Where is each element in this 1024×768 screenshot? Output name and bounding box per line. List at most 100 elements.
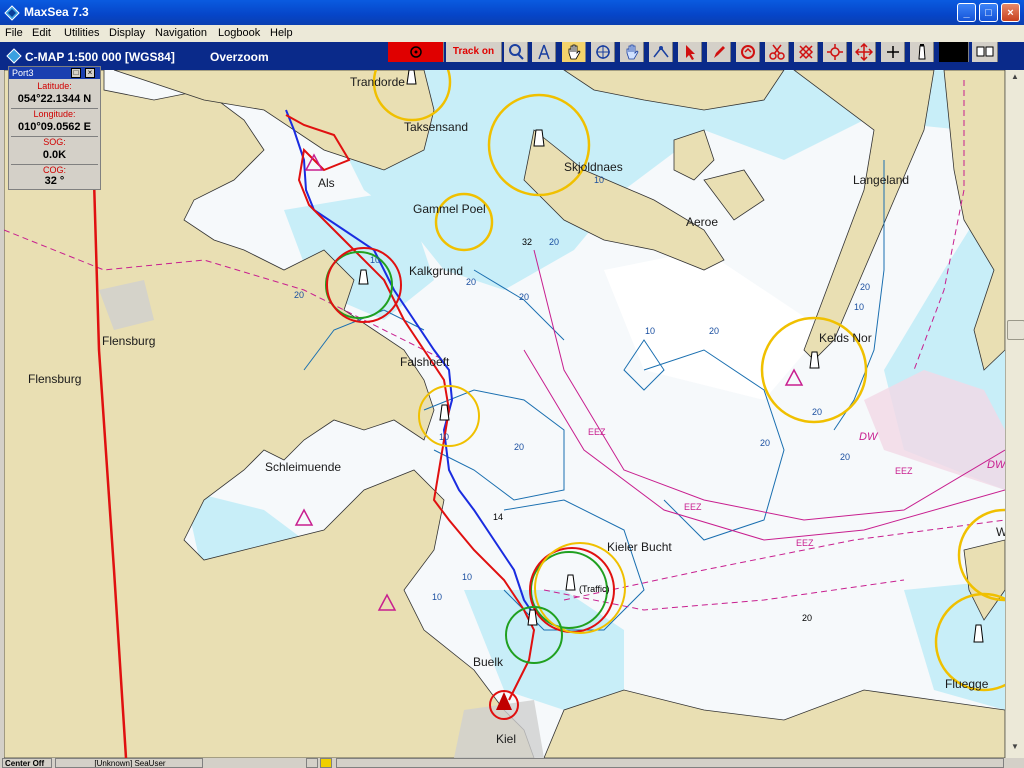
target-icon xyxy=(827,44,843,60)
pencil-button[interactable] xyxy=(707,42,731,62)
track-on-button[interactable]: Track on xyxy=(446,42,502,62)
hand-pan-button[interactable] xyxy=(562,42,586,62)
eez-label: EEZ xyxy=(895,466,913,476)
status-icon-2[interactable] xyxy=(320,758,332,768)
zoom-button[interactable] xyxy=(504,42,528,62)
sounding-20: 20 xyxy=(802,613,812,623)
route-button[interactable] xyxy=(736,42,760,62)
place-langeland: Langeland xyxy=(853,173,909,187)
menu-logbook[interactable]: Logbook xyxy=(218,27,260,39)
place-buelk: Buelk xyxy=(473,655,504,669)
overzoom-label: Overzoom xyxy=(210,50,269,64)
scissors-button[interactable] xyxy=(765,42,789,62)
place-trandorde: Trandorde xyxy=(350,75,405,89)
menu-file[interactable]: File xyxy=(5,27,23,39)
maximize-button[interactable]: □ xyxy=(979,3,998,22)
place-flensburg-town: Flensburg xyxy=(102,334,155,348)
layout-button[interactable] xyxy=(972,42,998,62)
status-icon-1[interactable] xyxy=(306,758,318,768)
scissors-icon xyxy=(769,44,785,60)
contour-label: 20 xyxy=(840,452,850,462)
pointer-button[interactable] xyxy=(678,42,702,62)
cog-label: COG: xyxy=(42,165,66,175)
cog-value: 32 ° xyxy=(44,175,65,187)
lighthouse-button[interactable] xyxy=(910,42,934,62)
move-button[interactable] xyxy=(852,42,876,62)
measure-icon xyxy=(653,46,669,58)
chart-scale-label: C-MAP 1:500 000 [WGS84] xyxy=(25,50,175,64)
eez-label: EEZ xyxy=(796,538,814,548)
panel-restore-button[interactable]: □ xyxy=(71,68,81,78)
contour-label: 10 xyxy=(594,175,604,185)
grab-button[interactable] xyxy=(620,42,644,62)
contour-label: 10 xyxy=(439,432,449,442)
place-falshoeft: Falshoeft xyxy=(400,355,450,369)
place-kalkgrund: Kalkgrund xyxy=(409,264,463,278)
contour-label: 20 xyxy=(812,407,822,417)
measure-button[interactable] xyxy=(649,42,673,62)
main-toolbar: Track on xyxy=(388,42,1024,62)
land-small-island-2 xyxy=(703,169,765,221)
contour-label: 20 xyxy=(760,438,770,448)
center-off-button[interactable]: Center Off xyxy=(2,758,52,768)
horizontal-scrollbar[interactable] xyxy=(336,758,1004,768)
place-skjoldnaes: Skjoldnaes xyxy=(564,160,623,174)
sog-value: 0.0K xyxy=(42,149,67,161)
record-button[interactable] xyxy=(388,42,444,62)
latitude-value: 054°22.1344 N xyxy=(17,93,92,105)
add-point-button[interactable] xyxy=(881,42,905,62)
app-logo-icon xyxy=(4,5,20,21)
longitude-value: 010°09.0562 E xyxy=(18,121,91,133)
compass-button[interactable] xyxy=(532,42,556,62)
window-title: MaxSea 7.3 xyxy=(24,5,89,19)
place-kiel: Kiel xyxy=(496,732,516,746)
chart-canvas: Trandorde Taksensand Als Skjoldnaes Lang… xyxy=(4,70,1005,758)
dw-label: DW xyxy=(987,459,1005,471)
menu-navigation[interactable]: Navigation xyxy=(155,27,207,39)
contour-label: 10 xyxy=(462,572,472,582)
contour-label: 10 xyxy=(854,302,864,312)
contour-label: 20 xyxy=(549,237,559,247)
place-taksensand: Taksensand xyxy=(404,120,468,134)
instrument-panel[interactable]: Port3 □ × Latitude: 054°22.1344 N Longit… xyxy=(8,66,101,190)
pointer-icon xyxy=(686,45,695,60)
place-gammel-poel: Gammel Poel xyxy=(413,202,486,216)
place-als: Als xyxy=(318,176,335,190)
status-bar: Center Off [Unknown] SeaUser xyxy=(0,758,1024,768)
panel-close-button[interactable]: × xyxy=(85,68,95,78)
deep-water xyxy=(604,250,824,400)
magnifier-icon xyxy=(509,44,524,60)
menu-bar: File Edit Utilities Display Navigation L… xyxy=(0,25,1024,42)
target-button[interactable] xyxy=(823,42,847,62)
close-button[interactable]: × xyxy=(1001,3,1020,22)
nautical-chart[interactable]: Trandorde Taksensand Als Skjoldnaes Lang… xyxy=(4,70,1005,758)
menu-utilities[interactable]: Utilities xyxy=(64,27,99,39)
place-kelds-nor: Kelds Nor xyxy=(819,331,872,345)
place-w-label: W xyxy=(996,525,1005,539)
vertical-scrollbar[interactable]: ▲ ▼ xyxy=(1005,70,1024,758)
black-box xyxy=(939,42,969,62)
scroll-up-arrow[interactable]: ▲ xyxy=(1008,72,1022,84)
traffic-label: (Traffic) xyxy=(579,584,610,594)
sounding-32: 32 xyxy=(522,237,532,247)
menu-help[interactable]: Help xyxy=(270,27,293,39)
land-south-east xyxy=(543,689,1005,758)
scroll-thumb[interactable] xyxy=(1007,320,1024,340)
menu-display[interactable]: Display xyxy=(109,27,145,39)
place-kieler-bucht: Kieler Bucht xyxy=(607,540,672,554)
scroll-down-arrow[interactable]: ▼ xyxy=(1008,742,1022,754)
crosshair-button[interactable] xyxy=(591,42,615,62)
compass-icon xyxy=(538,44,550,60)
user-status: [Unknown] SeaUser xyxy=(55,758,203,768)
contour-label: 20 xyxy=(860,282,870,292)
cross-icon xyxy=(887,46,899,58)
sog-label: SOG: xyxy=(43,137,66,147)
menu-edit[interactable]: Edit xyxy=(32,27,51,39)
contour-label: 20 xyxy=(466,277,476,287)
mark-button[interactable] xyxy=(794,42,818,62)
eez-label: EEZ xyxy=(684,502,702,512)
place-flensburg-region: Flensburg xyxy=(28,372,81,386)
dw-label: DW xyxy=(859,431,879,443)
chart-icon xyxy=(6,48,22,64)
minimize-button[interactable]: _ xyxy=(957,3,976,22)
